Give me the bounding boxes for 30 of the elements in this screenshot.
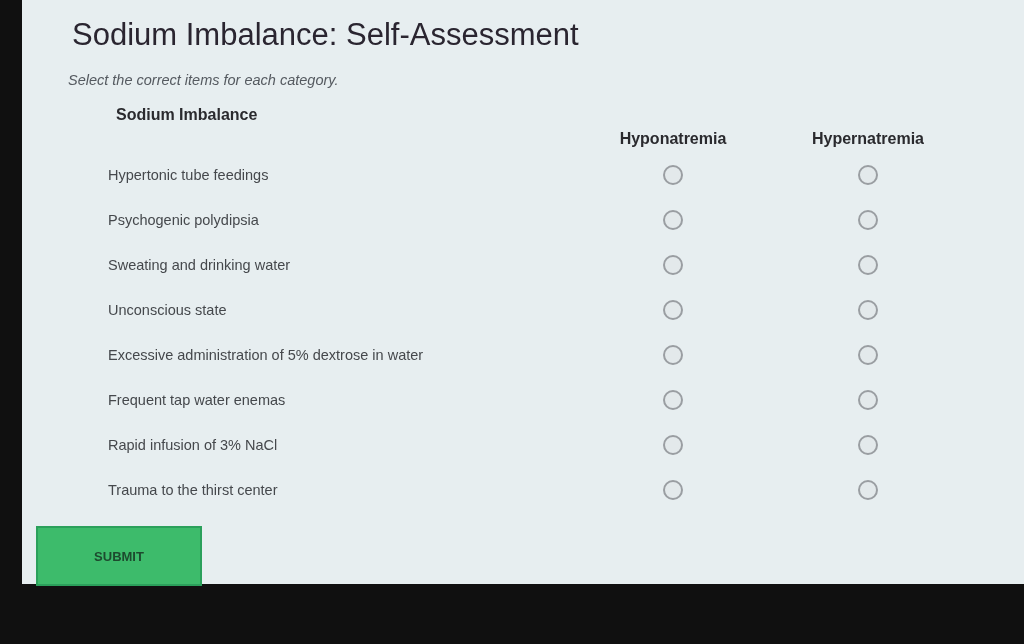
radio-button[interactable]: [858, 209, 878, 230]
item-label: Hypertonic tube feedings: [108, 166, 269, 183]
item-label: Trauma to the thirst center: [108, 481, 278, 498]
radio-button[interactable]: [663, 479, 683, 500]
radio-button[interactable]: [858, 479, 878, 500]
row-header: Sodium Imbalance: [116, 106, 258, 124]
item-label: Sweating and drinking water: [108, 256, 291, 273]
item-label: Rapid infusion of 3% NaCl: [108, 436, 278, 453]
radio-button[interactable]: [858, 299, 878, 320]
radio-button[interactable]: [858, 254, 878, 275]
radio-button[interactable]: [663, 434, 683, 455]
radio-button[interactable]: [858, 434, 878, 455]
column-header: Hyponatremia: [619, 130, 727, 148]
radio-button[interactable]: [663, 344, 683, 365]
instructions-text: Select the correct items for each category.: [68, 72, 339, 88]
radio-button[interactable]: [663, 389, 683, 410]
item-label: Frequent tap water enemas: [108, 391, 286, 408]
submit-button[interactable]: SUBMIT: [36, 526, 202, 586]
radio-button[interactable]: [858, 344, 878, 365]
column-header: Hypernatremia: [811, 130, 924, 148]
item-label: Unconscious state: [108, 301, 227, 318]
radio-button[interactable]: [663, 164, 683, 185]
radio-button[interactable]: [663, 299, 683, 320]
item-label: Psychogenic polydipsia: [108, 211, 259, 228]
page-title: Sodium Imbalance: Self-Assessment: [72, 16, 579, 54]
radio-button[interactable]: [663, 209, 683, 230]
radio-button[interactable]: [858, 164, 878, 185]
item-label: Excessive administration of 5% dextrose in water: [108, 346, 424, 363]
radio-button[interactable]: [858, 389, 878, 410]
radio-button[interactable]: [663, 254, 683, 275]
